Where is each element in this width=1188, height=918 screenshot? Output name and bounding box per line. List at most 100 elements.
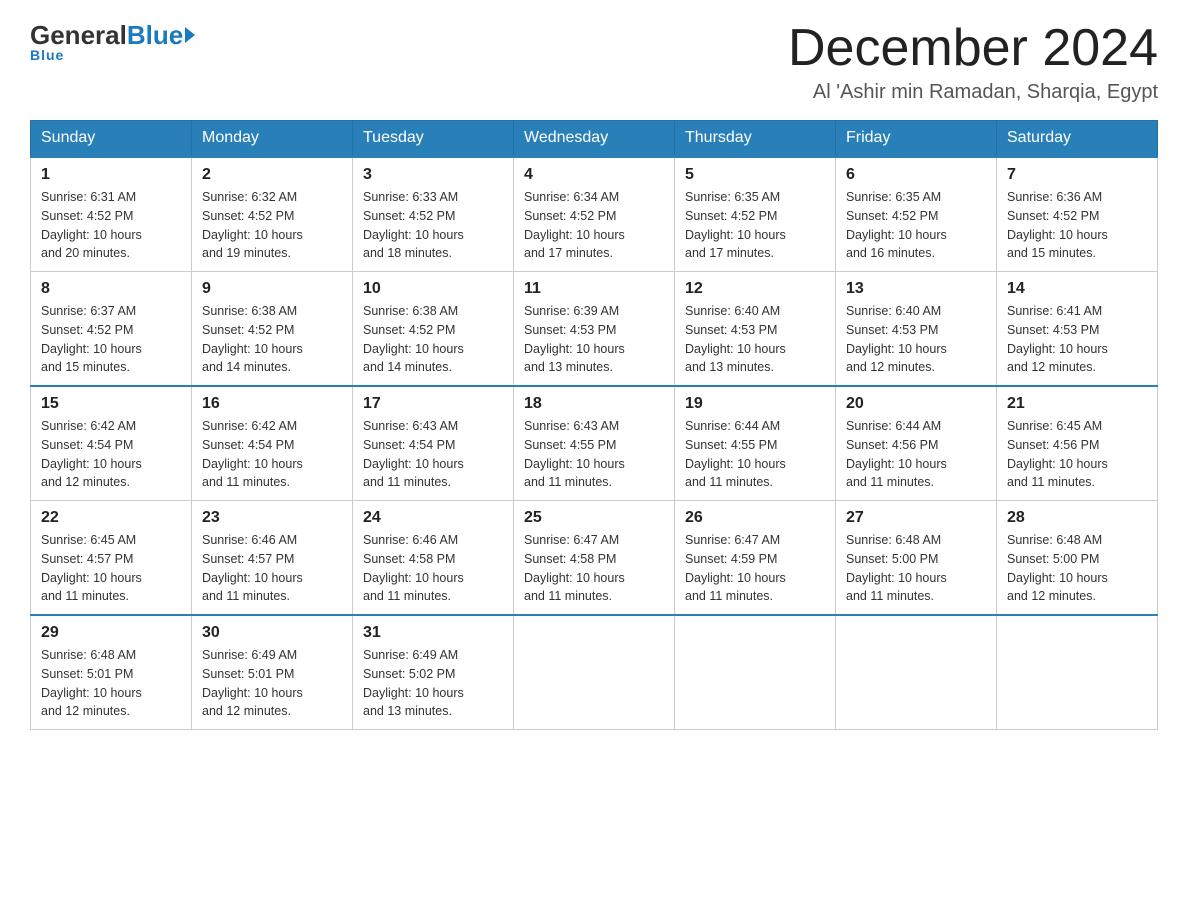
day-number: 16	[202, 395, 342, 413]
day-number: 18	[524, 395, 664, 413]
calendar-cell: 13 Sunrise: 6:40 AM Sunset: 4:53 PM Dayl…	[836, 272, 997, 387]
day-info: Sunrise: 6:43 AM Sunset: 4:55 PM Dayligh…	[524, 417, 664, 492]
calendar-cell: 10 Sunrise: 6:38 AM Sunset: 4:52 PM Dayl…	[353, 272, 514, 387]
day-number: 9	[202, 280, 342, 298]
calendar-cell: 1 Sunrise: 6:31 AM Sunset: 4:52 PM Dayli…	[31, 157, 192, 272]
day-number: 6	[846, 166, 986, 184]
day-info: Sunrise: 6:31 AM Sunset: 4:52 PM Dayligh…	[41, 188, 181, 263]
calendar-cell: 19 Sunrise: 6:44 AM Sunset: 4:55 PM Dayl…	[675, 386, 836, 501]
calendar-cell: 4 Sunrise: 6:34 AM Sunset: 4:52 PM Dayli…	[514, 157, 675, 272]
calendar-cell: 8 Sunrise: 6:37 AM Sunset: 4:52 PM Dayli…	[31, 272, 192, 387]
day-info: Sunrise: 6:40 AM Sunset: 4:53 PM Dayligh…	[846, 302, 986, 377]
calendar-cell: 26 Sunrise: 6:47 AM Sunset: 4:59 PM Dayl…	[675, 501, 836, 616]
calendar-cell: 12 Sunrise: 6:40 AM Sunset: 4:53 PM Dayl…	[675, 272, 836, 387]
day-number: 14	[1007, 280, 1147, 298]
day-info: Sunrise: 6:35 AM Sunset: 4:52 PM Dayligh…	[846, 188, 986, 263]
calendar-cell: 24 Sunrise: 6:46 AM Sunset: 4:58 PM Dayl…	[353, 501, 514, 616]
calendar-cell: 6 Sunrise: 6:35 AM Sunset: 4:52 PM Dayli…	[836, 157, 997, 272]
day-of-week-header: Thursday	[675, 121, 836, 157]
calendar-cell	[514, 615, 675, 730]
day-number: 23	[202, 509, 342, 527]
calendar-cell: 14 Sunrise: 6:41 AM Sunset: 4:53 PM Dayl…	[997, 272, 1158, 387]
month-title: December 2024	[788, 20, 1158, 77]
day-of-week-header: Wednesday	[514, 121, 675, 157]
day-number: 28	[1007, 509, 1147, 527]
calendar-cell: 30 Sunrise: 6:49 AM Sunset: 5:01 PM Dayl…	[192, 615, 353, 730]
day-info: Sunrise: 6:36 AM Sunset: 4:52 PM Dayligh…	[1007, 188, 1147, 263]
day-info: Sunrise: 6:47 AM Sunset: 4:58 PM Dayligh…	[524, 531, 664, 606]
day-number: 5	[685, 166, 825, 184]
day-info: Sunrise: 6:37 AM Sunset: 4:52 PM Dayligh…	[41, 302, 181, 377]
day-info: Sunrise: 6:34 AM Sunset: 4:52 PM Dayligh…	[524, 188, 664, 263]
calendar-week-row: 15 Sunrise: 6:42 AM Sunset: 4:54 PM Dayl…	[31, 386, 1158, 501]
day-info: Sunrise: 6:46 AM Sunset: 4:57 PM Dayligh…	[202, 531, 342, 606]
day-number: 7	[1007, 166, 1147, 184]
calendar-cell	[836, 615, 997, 730]
day-of-week-header: Tuesday	[353, 121, 514, 157]
logo-blue-text: Blue	[127, 20, 183, 51]
calendar-week-row: 22 Sunrise: 6:45 AM Sunset: 4:57 PM Dayl…	[31, 501, 1158, 616]
day-number: 12	[685, 280, 825, 298]
calendar-cell: 15 Sunrise: 6:42 AM Sunset: 4:54 PM Dayl…	[31, 386, 192, 501]
day-number: 4	[524, 166, 664, 184]
day-info: Sunrise: 6:41 AM Sunset: 4:53 PM Dayligh…	[1007, 302, 1147, 377]
day-info: Sunrise: 6:39 AM Sunset: 4:53 PM Dayligh…	[524, 302, 664, 377]
day-info: Sunrise: 6:45 AM Sunset: 4:57 PM Dayligh…	[41, 531, 181, 606]
day-of-week-header: Friday	[836, 121, 997, 157]
calendar-cell: 27 Sunrise: 6:48 AM Sunset: 5:00 PM Dayl…	[836, 501, 997, 616]
day-number: 31	[363, 624, 503, 642]
calendar-cell: 5 Sunrise: 6:35 AM Sunset: 4:52 PM Dayli…	[675, 157, 836, 272]
day-number: 22	[41, 509, 181, 527]
day-number: 2	[202, 166, 342, 184]
day-info: Sunrise: 6:48 AM Sunset: 5:00 PM Dayligh…	[1007, 531, 1147, 606]
day-number: 11	[524, 280, 664, 298]
day-info: Sunrise: 6:35 AM Sunset: 4:52 PM Dayligh…	[685, 188, 825, 263]
calendar-cell: 18 Sunrise: 6:43 AM Sunset: 4:55 PM Dayl…	[514, 386, 675, 501]
calendar-cell: 17 Sunrise: 6:43 AM Sunset: 4:54 PM Dayl…	[353, 386, 514, 501]
day-info: Sunrise: 6:48 AM Sunset: 5:01 PM Dayligh…	[41, 646, 181, 721]
day-number: 19	[685, 395, 825, 413]
day-info: Sunrise: 6:46 AM Sunset: 4:58 PM Dayligh…	[363, 531, 503, 606]
calendar-cell: 28 Sunrise: 6:48 AM Sunset: 5:00 PM Dayl…	[997, 501, 1158, 616]
page-header: General Blue Blue December 2024 Al 'Ashi…	[30, 20, 1158, 104]
calendar-table: SundayMondayTuesdayWednesdayThursdayFrid…	[30, 120, 1158, 730]
calendar-header-row: SundayMondayTuesdayWednesdayThursdayFrid…	[31, 121, 1158, 157]
day-info: Sunrise: 6:45 AM Sunset: 4:56 PM Dayligh…	[1007, 417, 1147, 492]
day-info: Sunrise: 6:44 AM Sunset: 4:56 PM Dayligh…	[846, 417, 986, 492]
calendar-cell: 16 Sunrise: 6:42 AM Sunset: 4:54 PM Dayl…	[192, 386, 353, 501]
calendar-cell: 29 Sunrise: 6:48 AM Sunset: 5:01 PM Dayl…	[31, 615, 192, 730]
day-info: Sunrise: 6:43 AM Sunset: 4:54 PM Dayligh…	[363, 417, 503, 492]
day-number: 13	[846, 280, 986, 298]
day-number: 8	[41, 280, 181, 298]
calendar-week-row: 29 Sunrise: 6:48 AM Sunset: 5:01 PM Dayl…	[31, 615, 1158, 730]
day-number: 30	[202, 624, 342, 642]
day-info: Sunrise: 6:42 AM Sunset: 4:54 PM Dayligh…	[202, 417, 342, 492]
day-info: Sunrise: 6:44 AM Sunset: 4:55 PM Dayligh…	[685, 417, 825, 492]
calendar-cell	[997, 615, 1158, 730]
calendar-cell	[675, 615, 836, 730]
day-info: Sunrise: 6:47 AM Sunset: 4:59 PM Dayligh…	[685, 531, 825, 606]
day-info: Sunrise: 6:33 AM Sunset: 4:52 PM Dayligh…	[363, 188, 503, 263]
calendar-cell: 31 Sunrise: 6:49 AM Sunset: 5:02 PM Dayl…	[353, 615, 514, 730]
day-of-week-header: Sunday	[31, 121, 192, 157]
day-number: 10	[363, 280, 503, 298]
day-number: 25	[524, 509, 664, 527]
calendar-cell: 21 Sunrise: 6:45 AM Sunset: 4:56 PM Dayl…	[997, 386, 1158, 501]
location: Al 'Ashir min Ramadan, Sharqia, Egypt	[788, 81, 1158, 104]
day-number: 17	[363, 395, 503, 413]
day-number: 26	[685, 509, 825, 527]
calendar-week-row: 8 Sunrise: 6:37 AM Sunset: 4:52 PM Dayli…	[31, 272, 1158, 387]
calendar-cell: 7 Sunrise: 6:36 AM Sunset: 4:52 PM Dayli…	[997, 157, 1158, 272]
day-of-week-header: Monday	[192, 121, 353, 157]
day-info: Sunrise: 6:49 AM Sunset: 5:01 PM Dayligh…	[202, 646, 342, 721]
day-of-week-header: Saturday	[997, 121, 1158, 157]
logo-arrow-icon	[185, 27, 195, 43]
calendar-cell: 2 Sunrise: 6:32 AM Sunset: 4:52 PM Dayli…	[192, 157, 353, 272]
day-info: Sunrise: 6:40 AM Sunset: 4:53 PM Dayligh…	[685, 302, 825, 377]
day-number: 21	[1007, 395, 1147, 413]
day-number: 24	[363, 509, 503, 527]
calendar-cell: 9 Sunrise: 6:38 AM Sunset: 4:52 PM Dayli…	[192, 272, 353, 387]
calendar-cell: 22 Sunrise: 6:45 AM Sunset: 4:57 PM Dayl…	[31, 501, 192, 616]
day-info: Sunrise: 6:42 AM Sunset: 4:54 PM Dayligh…	[41, 417, 181, 492]
day-number: 20	[846, 395, 986, 413]
